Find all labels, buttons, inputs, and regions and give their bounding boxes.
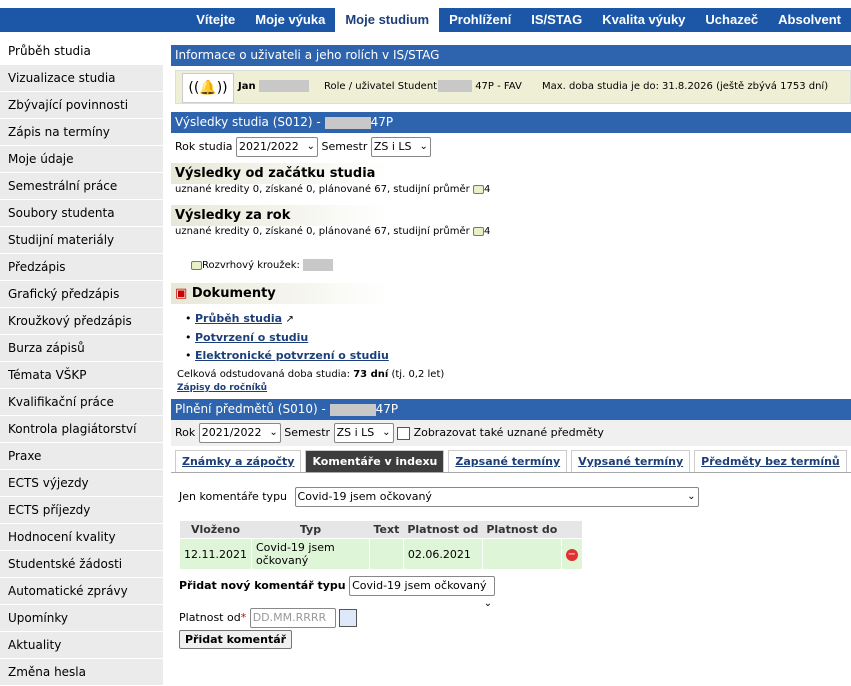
year-select[interactable]: 2021/2022 ⌄: [236, 137, 319, 157]
sidebar-item[interactable]: Zbývající povinnosti: [0, 92, 163, 119]
table-cell: 12.11.2021: [179, 538, 252, 570]
table-row: 12.11.2021 Covid-19 jsem očkovaný 02.06.…: [179, 538, 583, 570]
nav-tab-vitejte[interactable]: Vítejte: [186, 8, 245, 32]
add-comment-type-select[interactable]: Covid-19 jsem očkovaný ⌄: [349, 576, 496, 609]
results-year-line: uznané kredity 0, získané 0, plánované 6…: [175, 226, 491, 237]
subject-semester-select[interactable]: ZS i LS ⌄: [333, 423, 394, 443]
table-header: Vloženo: [179, 521, 252, 539]
nav-tab-kvalita-vyuky[interactable]: Kvalita výuky: [592, 8, 695, 32]
sidebar-item[interactable]: Hodnocení kvality: [0, 524, 163, 551]
max-study-value: 31.8.2026 (ještě zbývá 1753 dní): [662, 81, 829, 92]
top-navigation: Vítejte Moje výuka Moje studium Prohlíže…: [0, 8, 851, 32]
table-header: Typ: [251, 521, 370, 539]
tab-comments[interactable]: Komentáře v indexu: [305, 450, 445, 472]
user-bar: ((🔔)) Jan Role / uživatel Student 47P - …: [175, 70, 851, 104]
subjects-filter: Rok 2021/2022 ⌄ Semestr ZS i LS ⌄ Zobrazov…: [171, 420, 851, 446]
info-heading: Informace o uživateli a jeho rolích v IS…: [171, 45, 851, 66]
sidebar-item[interactable]: Grafický předzápis: [0, 281, 163, 308]
sidebar-item[interactable]: Předzápis: [0, 254, 163, 281]
comment-icon[interactable]: [191, 260, 202, 270]
sidebar-item[interactable]: Studentské žádosti: [0, 551, 163, 578]
enrol-link[interactable]: Zápisy do ročníků: [177, 383, 267, 393]
sidebar-item[interactable]: ECTS výjezdy: [0, 470, 163, 497]
tab-subjects-without-terms[interactable]: Předměty bez termínů: [694, 450, 847, 472]
table-header: Platnost od: [403, 521, 483, 539]
comments-table: Vloženo Typ Text Platnost od Platnost do…: [179, 521, 583, 570]
documents-list: • Průběh studia ↗ • Potvrzení o studiu •…: [185, 312, 389, 362]
add-comment-button[interactable]: Přidat komentář: [179, 630, 293, 649]
comments-panel: Jen komentáře typu Covid-19 jsem očkovan…: [171, 472, 851, 649]
sidebar-item[interactable]: Zápis na termíny: [0, 119, 163, 146]
results-total-title: Výsledky od začátku studia: [171, 163, 389, 184]
redacted-name: [259, 80, 310, 92]
sidebar-item[interactable]: Kontrola plagiátorství: [0, 416, 163, 443]
sidebar-item[interactable]: Semestrální práce: [0, 173, 163, 200]
nav-tab-moje-vyuka[interactable]: Moje výuka: [245, 8, 335, 32]
subjects-heading: Plnění předmětů (S010) - 47P: [171, 399, 851, 420]
sidebar: Průběh studia Vizualizace studia Zbývají…: [0, 38, 163, 686]
sidebar-item[interactable]: Kvalifikační práce: [0, 389, 163, 416]
table-cell: Covid-19 jsem očkovaný: [250, 538, 370, 570]
role-label: Role / uživatel Student: [324, 81, 438, 92]
nav-tab-moje-studium[interactable]: Moje studium: [335, 8, 440, 32]
sidebar-item[interactable]: Aktuality: [0, 632, 163, 659]
sidebar-item[interactable]: Upomínky: [0, 605, 163, 632]
comment-icon[interactable]: [472, 184, 484, 194]
sidebar-item[interactable]: Vizualizace studia: [0, 65, 163, 92]
show-recognized-checkbox[interactable]: [397, 426, 411, 440]
table-header: Platnost do: [482, 521, 562, 539]
top-bar: Vítejte Moje výuka Moje studium Prohlíže…: [0, 0, 851, 32]
comment-type-filter-select[interactable]: Covid-19 jsem očkovaný ⌄: [294, 487, 699, 507]
duration-line: Celková odstudovaná doba studia: 73 dní …: [177, 369, 445, 380]
sidebar-item[interactable]: ECTS příjezdy: [0, 497, 163, 524]
results-heading: Výsledky studia (S012) - 47P: [171, 112, 851, 133]
doc-link-elektronicke-potvrzeni[interactable]: Elektronické potvrzení o studiu: [195, 349, 389, 362]
nav-tab-absolvent[interactable]: Absolvent: [768, 8, 851, 32]
role-value: 47P - FAV: [438, 71, 522, 103]
bell-icon[interactable]: ((🔔)): [182, 73, 234, 103]
nav-tab-isstag[interactable]: IS/STAG: [521, 8, 592, 32]
table-cell: [368, 538, 404, 570]
tab-listed-terms[interactable]: Vypsané termíny: [571, 450, 691, 472]
results-year-title: Výsledky za rok: [171, 205, 389, 226]
table-header: Text: [369, 521, 404, 539]
valid-from-input[interactable]: DD.MM.RRRR: [249, 608, 336, 628]
results-filter: Rok studia 2021/2022 ⌄ Semestr ZS i LS ⌄: [175, 137, 851, 157]
results-total-line: uznané kredity 0, získané 0, plánované 6…: [175, 184, 491, 195]
doc-link-potvrzeni[interactable]: Potvrzení o studiu: [195, 331, 308, 344]
user-name: Jan: [238, 71, 310, 103]
calendar-icon[interactable]: [339, 609, 358, 627]
delete-icon[interactable]: −: [565, 549, 578, 561]
schedule-circle: Rozvrhový kroužek:: [191, 259, 851, 271]
subject-tabs: Známky a zápočty Komentáře v indexu Zaps…: [175, 450, 851, 472]
tab-enrolled-terms[interactable]: Zapsané termíny: [448, 450, 568, 472]
sidebar-item[interactable]: Burza zápisů: [0, 335, 163, 362]
doc-link-prubeh-studia[interactable]: Průběh studia: [195, 312, 282, 325]
tab-grades[interactable]: Známky a zápočty: [175, 450, 302, 472]
main-content: Informace o uživateli a jeho rolích v IS…: [171, 45, 851, 649]
comment-icon[interactable]: [472, 226, 484, 236]
sidebar-item[interactable]: Soubory studenta: [0, 200, 163, 227]
sidebar-item[interactable]: Automatické zprávy: [0, 578, 163, 605]
nav-tab-prohlizeni[interactable]: Prohlížení: [439, 8, 521, 32]
semester-select[interactable]: ZS i LS ⌄: [370, 137, 431, 157]
sidebar-item[interactable]: Kroužkový předzápis: [0, 308, 163, 335]
sidebar-item[interactable]: Moje údaje: [0, 146, 163, 173]
sidebar-item[interactable]: Studijní materiály: [0, 227, 163, 254]
sidebar-item[interactable]: Témata VŠKP: [0, 362, 163, 389]
nav-tab-uchazec[interactable]: Uchazeč: [695, 8, 768, 32]
table-cell: [481, 538, 562, 570]
sidebar-item[interactable]: Průběh studia: [0, 38, 163, 65]
sidebar-item[interactable]: Praxe: [0, 443, 163, 470]
table-cell: 02.06.2021: [402, 538, 483, 570]
subject-year-select[interactable]: 2021/2022 ⌄: [198, 423, 281, 443]
pdf-icon: ▣: [175, 286, 188, 301]
external-link-icon[interactable]: ↗: [286, 314, 294, 325]
max-study-label: Max. doba studia je do:: [542, 81, 659, 92]
documents-title: ▣ Dokumenty: [171, 283, 389, 304]
